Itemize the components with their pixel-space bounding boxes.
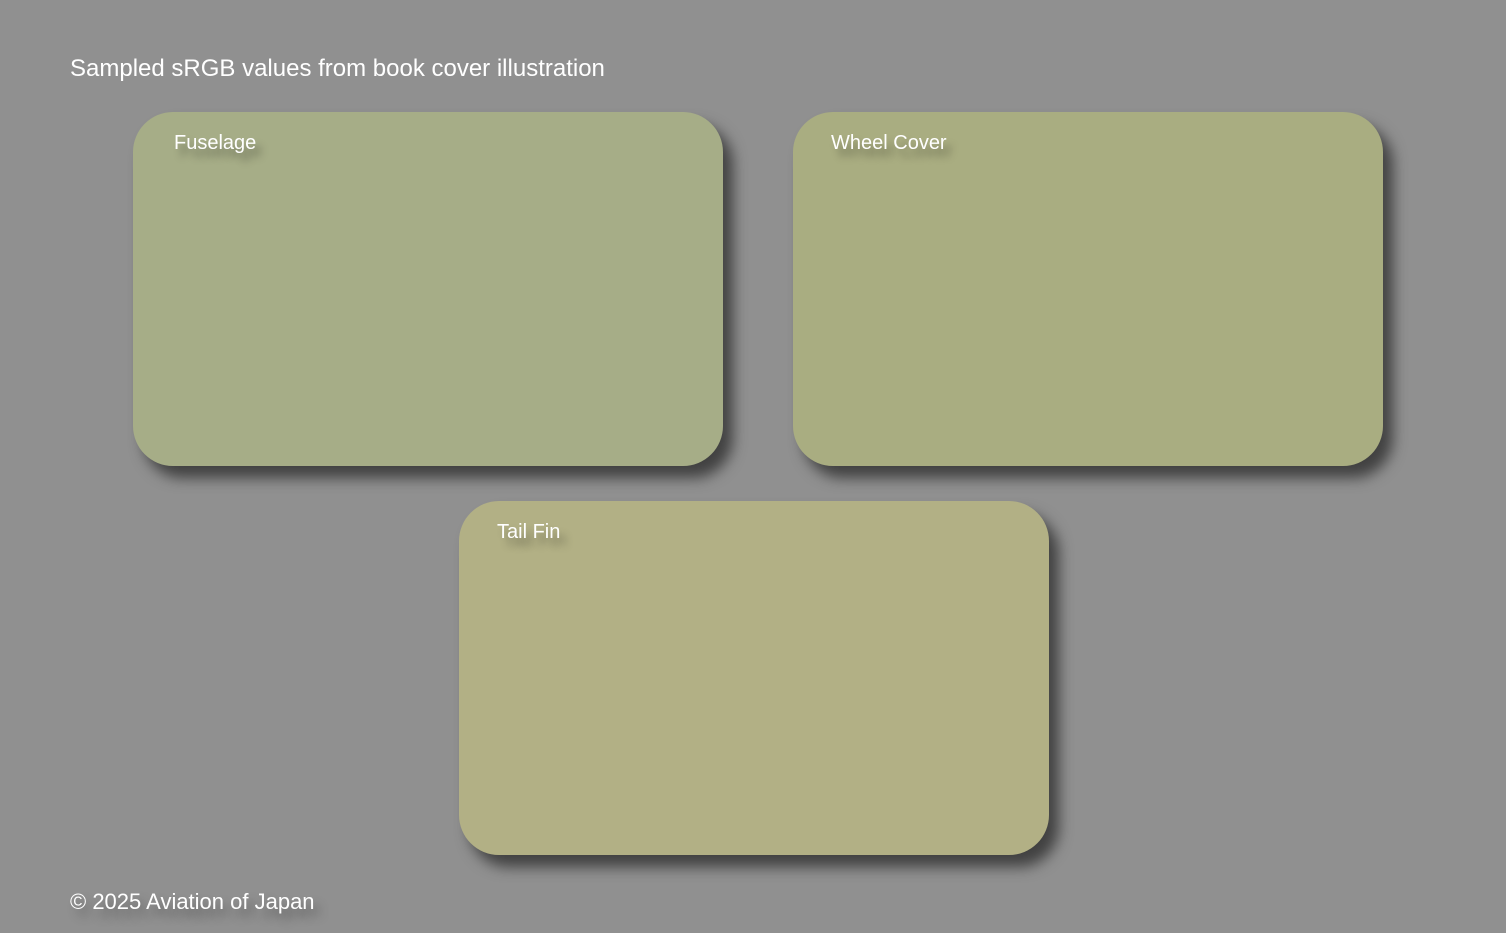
swatch-label-wheel-cover: Wheel Cover [831, 132, 947, 154]
page-background: Sampled sRGB values from book cover illu… [0, 0, 1506, 933]
color-swatch-wheel-cover: Wheel Cover [793, 112, 1383, 466]
color-swatch-tail-fin: Tail Fin [459, 501, 1049, 855]
swatch-label-tail-fin: Tail Fin [497, 521, 561, 543]
copyright-notice: © 2025 Aviation of Japan [70, 889, 315, 914]
swatch-label-fuselage: Fuselage [174, 132, 257, 154]
color-swatch-fuselage: Fuselage [133, 112, 723, 466]
page-title: Sampled sRGB values from book cover illu… [70, 55, 605, 82]
